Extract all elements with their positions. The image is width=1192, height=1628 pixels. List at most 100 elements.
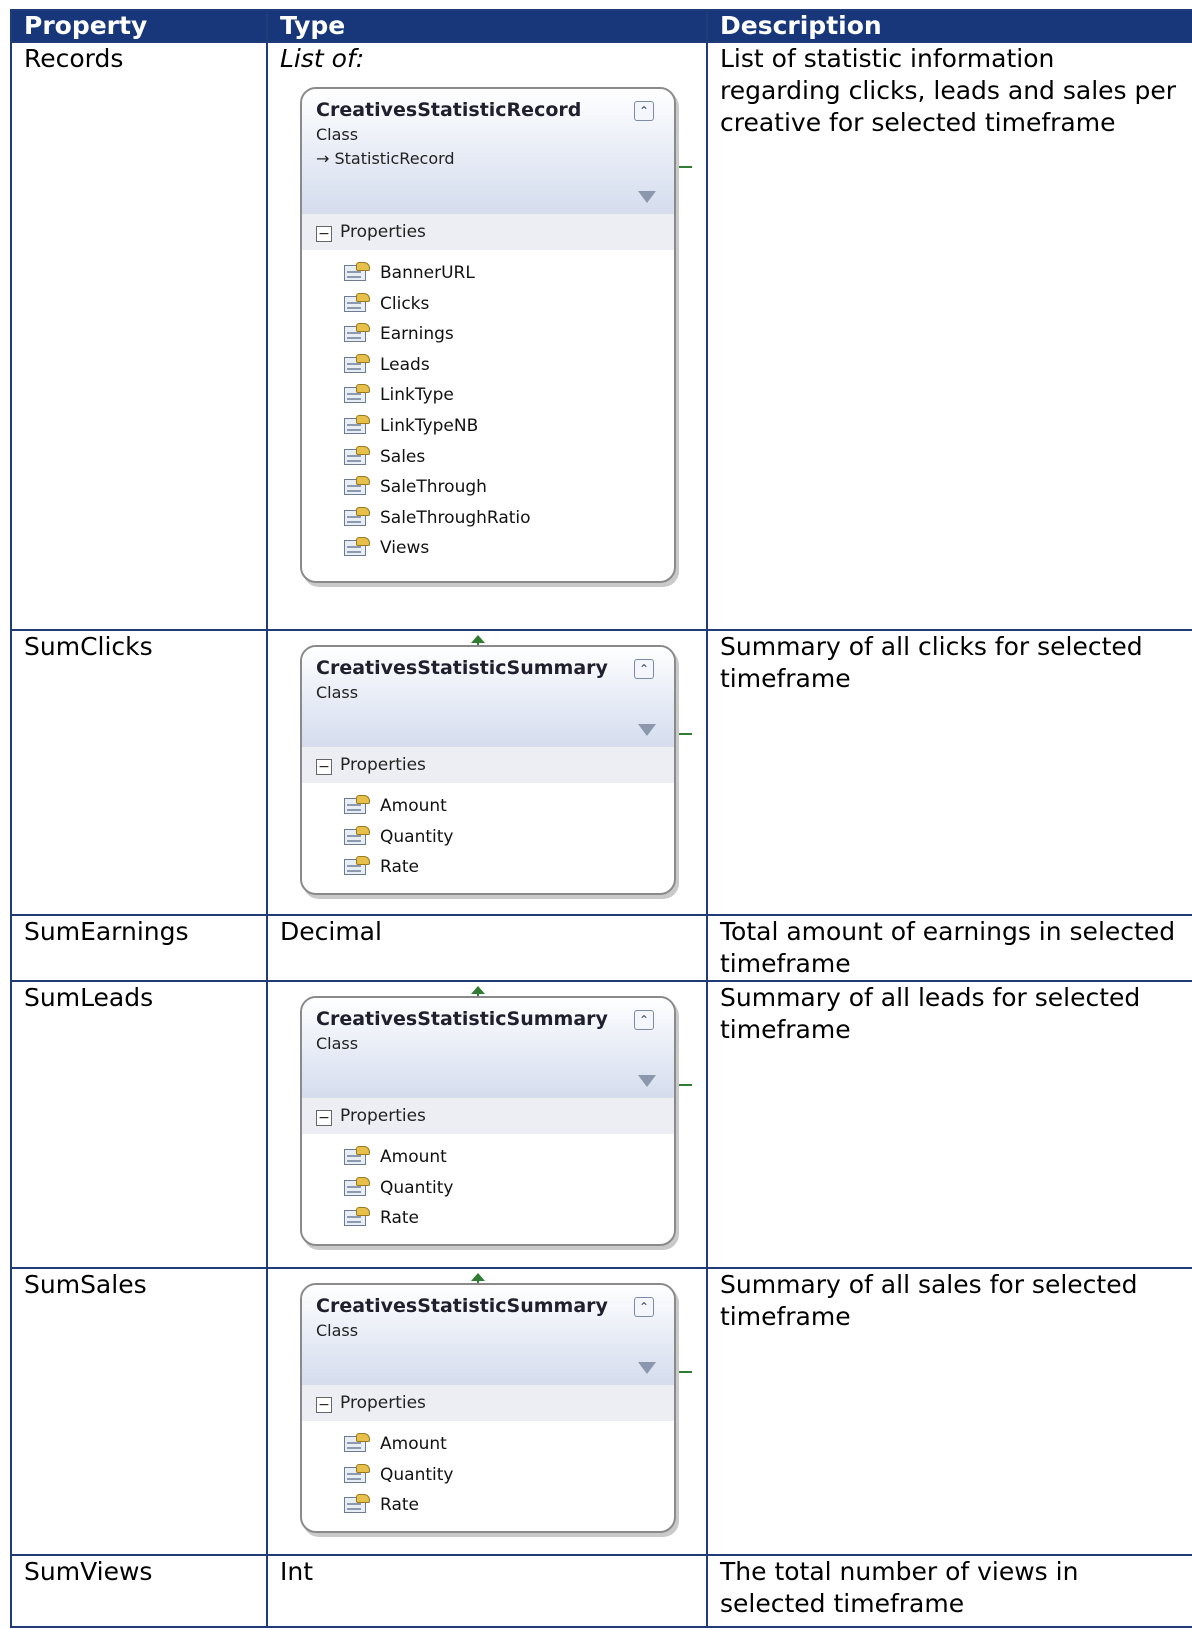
property-label: Leads: [380, 354, 430, 375]
class-diagram-wrapper: CreativesStatisticSummary Class ⌃ − Prope…: [280, 986, 694, 1246]
description-cell: Summary of all sales for selected timefr…: [706, 1267, 1192, 1556]
property-list: Amount Quantity Rate: [302, 783, 674, 893]
property-item[interactable]: Amount: [302, 1142, 674, 1173]
double-chevron-up-icon[interactable]: ⌃: [634, 101, 654, 121]
class-kind: Class: [316, 683, 359, 702]
type-cell: CreativesStatisticSummary Class ⌃ − Prope…: [266, 629, 708, 916]
double-chevron-up-icon[interactable]: ⌃: [634, 1010, 654, 1030]
description-cell: Total amount of earnings in selected tim…: [706, 914, 1192, 982]
property-item[interactable]: Quantity: [302, 822, 674, 853]
property-item[interactable]: Rate: [302, 1490, 674, 1521]
header-description: Description: [706, 9, 1192, 43]
property-label: Rate: [380, 857, 419, 878]
class-diagram-wrapper: CreativesStatisticSummary Class ⌃ − Prope…: [280, 635, 694, 895]
property-item[interactable]: Amount: [302, 791, 674, 822]
double-chevron-up-icon[interactable]: ⌃: [634, 1297, 654, 1317]
class-header: CreativesStatisticRecord Class → Statist…: [302, 89, 674, 214]
property-item[interactable]: Quantity: [302, 1173, 674, 1204]
property-label: Rate: [380, 1495, 419, 1516]
filter-icon[interactable]: [638, 191, 656, 203]
property-label: Quantity: [380, 1177, 454, 1198]
property-item[interactable]: Sales: [302, 442, 674, 473]
connector-line: [678, 1084, 692, 1086]
property-icon: [344, 445, 370, 466]
table-row: SumViews Int The total number of views i…: [10, 1554, 1192, 1628]
property-icon: [344, 795, 370, 815]
class-title: CreativesStatisticSummary: [316, 1295, 608, 1317]
type-text: List of:: [280, 44, 365, 73]
property-icon: [344, 476, 370, 496]
property-cell: SumSales: [10, 1267, 268, 1556]
property-item[interactable]: SaleThrough: [302, 472, 674, 503]
description-cell: Summary of all clicks for selected timef…: [706, 629, 1192, 916]
property-icon: [344, 506, 370, 527]
filter-icon[interactable]: [638, 1075, 656, 1087]
property-label: Earnings: [380, 324, 454, 345]
minus-box-icon[interactable]: −: [316, 759, 332, 775]
property-list: BannerURL Clicks Earnings Leads LinkType Link…: [302, 250, 674, 581]
class-kind: Class: [316, 1034, 359, 1053]
property-label: Clicks: [380, 293, 430, 314]
property-item[interactable]: Rate: [302, 852, 674, 883]
property-label: Quantity: [380, 826, 454, 847]
class-diagram-wrapper: CreativesStatisticRecord Class → Statist…: [280, 87, 694, 583]
properties-section-header[interactable]: − Properties: [302, 1098, 674, 1134]
minus-box-icon[interactable]: −: [316, 1110, 332, 1126]
property-icon: [344, 1146, 370, 1166]
property-icon: [344, 262, 370, 282]
properties-section-header[interactable]: − Properties: [302, 1385, 674, 1421]
property-item[interactable]: Clicks: [302, 289, 674, 320]
filter-icon[interactable]: [638, 1362, 656, 1374]
connector-line: [678, 733, 692, 735]
property-cell: SumViews: [10, 1554, 268, 1628]
description-cell: The total number of views in selected ti…: [706, 1554, 1192, 1628]
property-label: LinkType: [380, 385, 454, 406]
property-label: SaleThroughRatio: [380, 507, 531, 528]
property-item[interactable]: Earnings: [302, 319, 674, 350]
properties-section-header[interactable]: − Properties: [302, 214, 674, 250]
property-item[interactable]: LinkTypeNB: [302, 411, 674, 442]
property-icon: [344, 1176, 370, 1197]
property-item[interactable]: SaleThroughRatio: [302, 503, 674, 534]
property-cell: Records: [10, 41, 268, 631]
property-label: Rate: [380, 1208, 419, 1229]
property-icon: [344, 323, 370, 343]
class-header: CreativesStatisticSummary Class ⌃: [302, 998, 674, 1098]
minus-box-icon[interactable]: −: [316, 1397, 332, 1413]
property-label: Quantity: [380, 1464, 454, 1485]
property-list: Amount Quantity Rate: [302, 1421, 674, 1531]
property-icon: [344, 1494, 370, 1514]
property-item[interactable]: BannerURL: [302, 258, 674, 289]
property-item[interactable]: Amount: [302, 1429, 674, 1460]
type-cell: CreativesStatisticSummary Class ⌃ − Prope…: [266, 980, 708, 1269]
property-item[interactable]: LinkType: [302, 380, 674, 411]
minus-box-icon[interactable]: −: [316, 226, 332, 242]
double-chevron-up-icon[interactable]: ⌃: [634, 659, 654, 679]
base-class: → StatisticRecord: [316, 149, 455, 168]
property-icon: [344, 1207, 370, 1227]
table-row: SumSales CreativesStatisticSummary Class…: [10, 1267, 1192, 1556]
property-label: Views: [380, 538, 430, 559]
property-label: BannerURL: [380, 263, 475, 283]
header-property: Property: [10, 9, 268, 43]
property-item[interactable]: Leads: [302, 350, 674, 381]
type-cell: Decimal: [266, 914, 708, 982]
property-icon: [344, 353, 370, 374]
class-title: CreativesStatisticSummary: [316, 657, 608, 679]
class-title: CreativesStatisticSummary: [316, 1008, 608, 1030]
property-item[interactable]: Rate: [302, 1203, 674, 1234]
property-icon: [344, 292, 370, 313]
property-item[interactable]: Quantity: [302, 1460, 674, 1491]
class-diagram: CreativesStatisticRecord Class → Statist…: [300, 87, 676, 583]
property-label: SaleThrough: [380, 477, 487, 498]
type-cell: List of: CreativesStatisticRecord Class …: [266, 41, 708, 631]
property-label: Amount: [380, 1434, 447, 1454]
properties-section-header[interactable]: − Properties: [302, 747, 674, 783]
class-diagram: CreativesStatisticSummary Class ⌃ − Prope…: [300, 996, 676, 1246]
table-header-row: Property Type Description: [10, 9, 1192, 43]
property-icon: [344, 414, 370, 435]
property-item[interactable]: Views: [302, 533, 674, 564]
filter-icon[interactable]: [638, 724, 656, 736]
class-header: CreativesStatisticSummary Class ⌃: [302, 647, 674, 747]
property-label: Sales: [380, 446, 426, 467]
